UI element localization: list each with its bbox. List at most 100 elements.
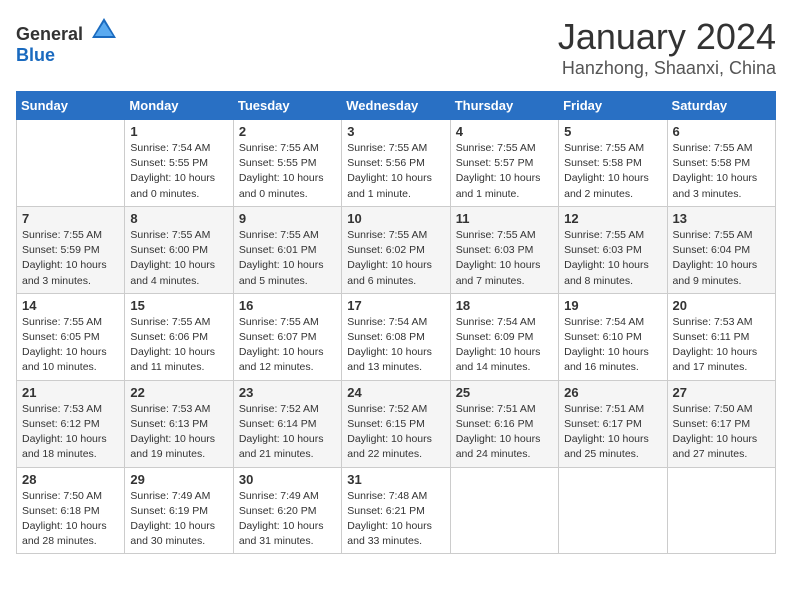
day-number: 22: [130, 385, 227, 400]
calendar-cell: 18Sunrise: 7:54 AM Sunset: 6:09 PM Dayli…: [450, 293, 558, 380]
calendar-cell: 3Sunrise: 7:55 AM Sunset: 5:56 PM Daylig…: [342, 120, 450, 207]
calendar-cell: 11Sunrise: 7:55 AM Sunset: 6:03 PM Dayli…: [450, 206, 558, 293]
calendar-cell: 4 Sunrise: 7:55 AM Sunset: 5:57 PM Daylig…: [450, 120, 558, 207]
calendar-week-row: 21 Sunrise: 7:53 AM Sunset: 6:12 PM Dayli…: [17, 380, 776, 467]
day-info: Sunrise: 7:55 AM Sunset: 5:59 PM Dayligh…: [22, 228, 119, 289]
day-info: Sunrise: 7:55 AM Sunset: 5:58 PM Dayligh…: [564, 141, 661, 202]
day-number: 20: [673, 298, 770, 313]
logo-blue: Blue: [16, 45, 55, 65]
day-info: Sunrise: 7:55 AM Sunset: 6:04 PM Dayligh…: [673, 228, 770, 289]
calendar-cell: 24 Sunrise: 7:52 AM Sunset: 6:15 PM Dayli…: [342, 380, 450, 467]
day-info: Sunrise: 7:55 AM Sunset: 5:58 PM Dayligh…: [673, 141, 770, 202]
logo-general: General: [16, 24, 83, 44]
calendar-cell: 16 Sunrise: 7:55 AM Sunset: 6:07 PM Dayli…: [233, 293, 341, 380]
calendar-header-cell: Sunday: [17, 92, 125, 120]
day-number: 21: [22, 385, 119, 400]
day-info: Sunrise: 7:55 AM Sunset: 6:06 PM Dayligh…: [130, 315, 227, 376]
calendar-cell: 6 Sunrise: 7:55 AM Sunset: 5:58 PM Daylig…: [667, 120, 775, 207]
calendar-cell: 31 Sunrise: 7:48 AM Sunset: 6:21 PM Dayli…: [342, 467, 450, 554]
calendar-week-row: 14 Sunrise: 7:55 AM Sunset: 6:05 PM Dayli…: [17, 293, 776, 380]
calendar-cell: 27Sunrise: 7:50 AM Sunset: 6:17 PM Dayli…: [667, 380, 775, 467]
day-number: 3: [347, 124, 444, 139]
calendar-cell: 12Sunrise: 7:55 AM Sunset: 6:03 PM Dayli…: [559, 206, 667, 293]
calendar-cell: 21 Sunrise: 7:53 AM Sunset: 6:12 PM Dayli…: [17, 380, 125, 467]
day-number: 23: [239, 385, 336, 400]
day-info: Sunrise: 7:55 AM Sunset: 6:02 PM Dayligh…: [347, 228, 444, 289]
calendar-header-cell: Thursday: [450, 92, 558, 120]
day-number: 1: [130, 124, 227, 139]
month-title: January 2024: [558, 16, 776, 58]
day-number: 16: [239, 298, 336, 313]
calendar-cell: 15Sunrise: 7:55 AM Sunset: 6:06 PM Dayli…: [125, 293, 233, 380]
calendar-table: SundayMondayTuesdayWednesdayThursdayFrid…: [16, 91, 776, 554]
calendar-week-row: 28 Sunrise: 7:50 AM Sunset: 6:18 PM Dayli…: [17, 467, 776, 554]
day-number: 28: [22, 472, 119, 487]
day-number: 13: [673, 211, 770, 226]
day-number: 10: [347, 211, 444, 226]
calendar-cell: 14 Sunrise: 7:55 AM Sunset: 6:05 PM Dayli…: [17, 293, 125, 380]
day-info: Sunrise: 7:55 AM Sunset: 5:55 PM Dayligh…: [239, 141, 336, 202]
calendar-cell: 2 Sunrise: 7:55 AM Sunset: 5:55 PM Daylig…: [233, 120, 341, 207]
day-number: 11: [456, 211, 553, 226]
day-number: 29: [130, 472, 227, 487]
day-info: Sunrise: 7:54 AM Sunset: 6:08 PM Dayligh…: [347, 315, 444, 376]
day-number: 5: [564, 124, 661, 139]
logo-text: General Blue: [16, 16, 118, 66]
calendar-header-row: SundayMondayTuesdayWednesdayThursdayFrid…: [17, 92, 776, 120]
calendar-header-cell: Friday: [559, 92, 667, 120]
day-info: Sunrise: 7:55 AM Sunset: 6:07 PM Dayligh…: [239, 315, 336, 376]
calendar-cell: 5 Sunrise: 7:55 AM Sunset: 5:58 PM Daylig…: [559, 120, 667, 207]
day-number: 8: [130, 211, 227, 226]
calendar-cell: 26Sunrise: 7:51 AM Sunset: 6:17 PM Dayli…: [559, 380, 667, 467]
calendar-cell: [667, 467, 775, 554]
calendar-cell: 29 Sunrise: 7:49 AM Sunset: 6:19 PM Dayli…: [125, 467, 233, 554]
logo: General Blue: [16, 16, 118, 66]
day-info: Sunrise: 7:55 AM Sunset: 6:03 PM Dayligh…: [564, 228, 661, 289]
day-number: 27: [673, 385, 770, 400]
day-number: 17: [347, 298, 444, 313]
day-number: 6: [673, 124, 770, 139]
calendar-cell: 30Sunrise: 7:49 AM Sunset: 6:20 PM Dayli…: [233, 467, 341, 554]
day-number: 9: [239, 211, 336, 226]
day-info: Sunrise: 7:54 AM Sunset: 6:10 PM Dayligh…: [564, 315, 661, 376]
day-info: Sunrise: 7:55 AM Sunset: 5:57 PM Dayligh…: [456, 141, 553, 202]
calendar-cell: 19 Sunrise: 7:54 AM Sunset: 6:10 PM Dayli…: [559, 293, 667, 380]
calendar-cell: [559, 467, 667, 554]
day-number: 7: [22, 211, 119, 226]
day-number: 25: [456, 385, 553, 400]
page-header: General Blue January 2024 Hanzhong, Shaa…: [16, 16, 776, 79]
calendar-cell: 25 Sunrise: 7:51 AM Sunset: 6:16 PM Dayli…: [450, 380, 558, 467]
day-info: Sunrise: 7:53 AM Sunset: 6:12 PM Dayligh…: [22, 402, 119, 463]
day-info: Sunrise: 7:55 AM Sunset: 6:05 PM Dayligh…: [22, 315, 119, 376]
day-info: Sunrise: 7:55 AM Sunset: 6:00 PM Dayligh…: [130, 228, 227, 289]
day-info: Sunrise: 7:48 AM Sunset: 6:21 PM Dayligh…: [347, 489, 444, 550]
calendar-cell: 7 Sunrise: 7:55 AM Sunset: 5:59 PM Daylig…: [17, 206, 125, 293]
day-number: 19: [564, 298, 661, 313]
calendar-header-cell: Saturday: [667, 92, 775, 120]
day-number: 14: [22, 298, 119, 313]
day-info: Sunrise: 7:49 AM Sunset: 6:19 PM Dayligh…: [130, 489, 227, 550]
day-info: Sunrise: 7:52 AM Sunset: 6:14 PM Dayligh…: [239, 402, 336, 463]
day-number: 4: [456, 124, 553, 139]
day-number: 31: [347, 472, 444, 487]
day-number: 26: [564, 385, 661, 400]
calendar-body: 1Sunrise: 7:54 AM Sunset: 5:55 PM Daylig…: [17, 120, 776, 554]
calendar-cell: 22 Sunrise: 7:53 AM Sunset: 6:13 PM Dayli…: [125, 380, 233, 467]
day-number: 24: [347, 385, 444, 400]
day-info: Sunrise: 7:51 AM Sunset: 6:16 PM Dayligh…: [456, 402, 553, 463]
day-info: Sunrise: 7:53 AM Sunset: 6:11 PM Dayligh…: [673, 315, 770, 376]
calendar-header-cell: Monday: [125, 92, 233, 120]
title-block: January 2024 Hanzhong, Shaanxi, China: [558, 16, 776, 79]
day-info: Sunrise: 7:52 AM Sunset: 6:15 PM Dayligh…: [347, 402, 444, 463]
calendar-cell: 9 Sunrise: 7:55 AM Sunset: 6:01 PM Daylig…: [233, 206, 341, 293]
calendar-cell: 8 Sunrise: 7:55 AM Sunset: 6:00 PM Daylig…: [125, 206, 233, 293]
day-number: 2: [239, 124, 336, 139]
day-info: Sunrise: 7:54 AM Sunset: 6:09 PM Dayligh…: [456, 315, 553, 376]
day-info: Sunrise: 7:50 AM Sunset: 6:18 PM Dayligh…: [22, 489, 119, 550]
day-info: Sunrise: 7:55 AM Sunset: 6:01 PM Dayligh…: [239, 228, 336, 289]
calendar-week-row: 1Sunrise: 7:54 AM Sunset: 5:55 PM Daylig…: [17, 120, 776, 207]
calendar-header-cell: Tuesday: [233, 92, 341, 120]
logo-icon: [90, 16, 118, 40]
day-info: Sunrise: 7:53 AM Sunset: 6:13 PM Dayligh…: [130, 402, 227, 463]
calendar-cell: 13 Sunrise: 7:55 AM Sunset: 6:04 PM Dayli…: [667, 206, 775, 293]
